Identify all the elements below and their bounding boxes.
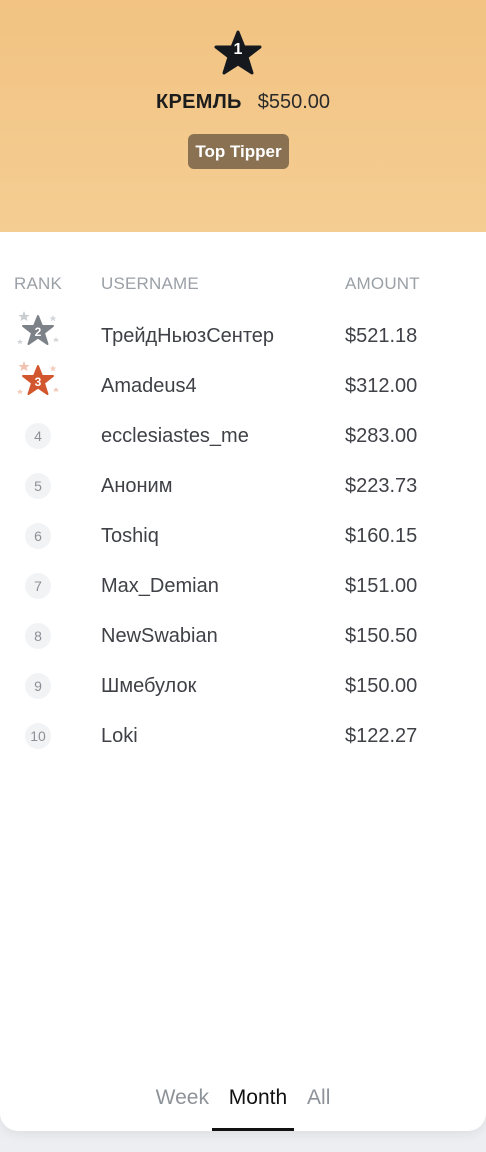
leaderboard-row: 2 ТрейдНьюзСентер $521.18 — [0, 311, 486, 373]
tip-amount: $160.15 — [345, 525, 418, 547]
rank-number: 2 — [35, 325, 42, 339]
leaderboard-row: 8 NewSwabian $150.50 — [0, 623, 486, 673]
username-column-header: USERNAME — [101, 274, 199, 293]
bronze-star-icon: 3 — [17, 361, 59, 395]
username[interactable]: Amadeus4 — [101, 373, 197, 399]
username[interactable]: ecclesiastes_me — [101, 423, 249, 449]
leaderboard-row: 7 Max_Demian $151.00 — [0, 573, 486, 623]
tip-amount: $150.00 — [345, 675, 418, 697]
top-rank-number: 1 — [233, 41, 243, 58]
rank-number: 4 — [25, 423, 51, 449]
rank-column-header: RANK — [14, 274, 63, 293]
top-tipper-line: КРЕМЛЬ $550.00 — [0, 91, 486, 114]
username[interactable]: ТрейдНьюзСентер — [101, 323, 274, 349]
leaderboard-row: 5 Аноним $223.73 — [0, 473, 486, 523]
username[interactable]: Max_Demian — [101, 573, 219, 599]
tip-amount: $122.27 — [345, 725, 418, 747]
username[interactable]: Аноним — [101, 473, 172, 499]
rank-number: 7 — [25, 573, 51, 599]
tab-all[interactable]: All — [303, 1086, 334, 1110]
leaderboard-row: 4 ecclesiastes_me $283.00 — [0, 423, 486, 473]
username[interactable]: Loki — [101, 723, 138, 749]
rank-number: 10 — [25, 723, 51, 749]
rank-number: 8 — [25, 623, 51, 649]
leaderboard-card: 1 КРЕМЛЬ $550.00 Top Tipper RANK USERNAME… — [0, 0, 486, 1131]
tab-week[interactable]: Week — [152, 1086, 213, 1110]
active-tab-indicator — [212, 1128, 294, 1131]
leaderboard-row: 10 Loki $122.27 — [0, 723, 486, 773]
tip-amount: $223.73 — [345, 475, 418, 497]
tip-amount: $312.00 — [345, 375, 418, 397]
tip-amount: $151.00 — [345, 575, 418, 597]
leaderboard-row: 6 Toshiq $160.15 — [0, 523, 486, 573]
rank-number: 5 — [25, 473, 51, 499]
top-tipper-banner: 1 КРЕМЛЬ $550.00 Top Tipper — [0, 0, 486, 232]
rank-number: 3 — [35, 375, 42, 389]
top-tipper-amount: $550.00 — [257, 91, 331, 113]
amount-column-header: AMOUNT — [345, 274, 420, 293]
tab-month[interactable]: Month — [225, 1086, 291, 1110]
tip-amount: $283.00 — [345, 425, 418, 447]
tip-amount: $521.18 — [345, 325, 418, 347]
username[interactable]: Шмебулок — [101, 673, 196, 699]
silver-star-icon: 2 — [17, 311, 59, 345]
username[interactable]: Toshiq — [101, 523, 159, 549]
rank-number: 6 — [25, 523, 51, 549]
top-tipper-badge: Top Tipper — [188, 134, 289, 169]
leaderboard-row: 9 Шмебулок $150.00 — [0, 673, 486, 723]
username[interactable]: NewSwabian — [101, 623, 218, 649]
period-tabs: Week Month All — [0, 1086, 486, 1110]
top-tipper-name[interactable]: КРЕМЛЬ — [156, 91, 242, 113]
rank-number: 9 — [25, 673, 51, 699]
tip-amount: $150.50 — [345, 625, 418, 647]
leaderboard-row: 3 Amadeus4 $312.00 — [0, 361, 486, 423]
